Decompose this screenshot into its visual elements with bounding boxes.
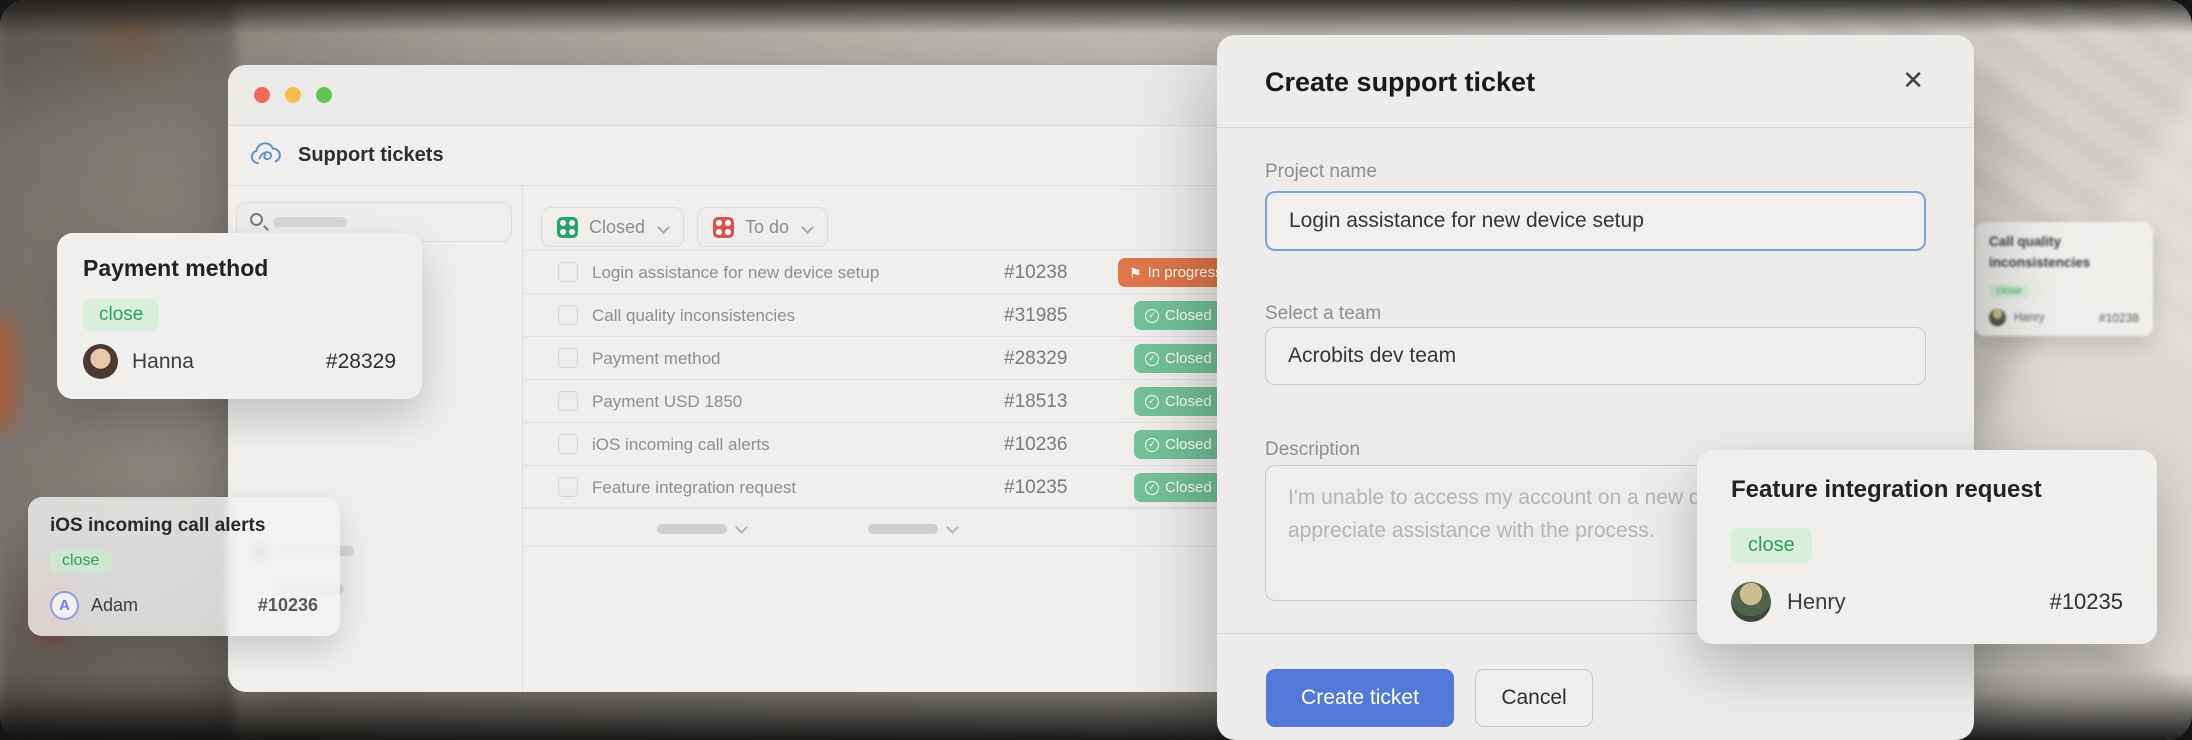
grid-icon (557, 217, 578, 238)
close-icon[interactable]: ✕ (1902, 65, 1924, 96)
team-label: Select a team (1265, 303, 1381, 325)
pagination-skeleton[interactable] (868, 524, 938, 534)
ticket-number: #10236 (258, 595, 318, 616)
avatar (1989, 309, 2006, 326)
ticket-title: Feature integration request (592, 478, 796, 498)
assignee-name: Adam (91, 595, 138, 616)
ticket-title: Payment USD 1850 (592, 392, 742, 412)
status-icon: ✓ (1145, 352, 1159, 366)
search-placeholder-skeleton (273, 217, 347, 227)
project-name-field[interactable] (1265, 191, 1926, 251)
assignee-name: Hanry (2014, 312, 2045, 324)
card-title: Call quality inconsistencies (1989, 232, 2109, 274)
ticket-card-feature-request: Feature integration request close Henry … (1697, 450, 2157, 644)
pagination-skeleton[interactable] (657, 524, 727, 534)
row-checkbox[interactable] (558, 434, 578, 454)
close-tag: close (1731, 528, 1812, 563)
status-icon: ✓ (1145, 438, 1159, 452)
card-title: Payment method (83, 255, 268, 282)
status-icon: ✓ (1145, 309, 1159, 323)
filter-todo[interactable]: To do (697, 207, 828, 247)
project-name-label: Project name (1265, 161, 1377, 183)
ticket-number: #10236 (1004, 434, 1067, 456)
filter-label: To do (745, 217, 789, 238)
avatar (1731, 582, 1771, 622)
chevron-down-icon (801, 221, 814, 234)
row-checkbox[interactable] (558, 305, 578, 325)
row-checkbox[interactable] (558, 348, 578, 368)
chevron-down-icon (657, 221, 670, 234)
filter-closed[interactable]: Closed (541, 207, 684, 247)
row-checkbox[interactable] (558, 477, 578, 497)
page-title: Support tickets (298, 144, 444, 167)
status-badge: ✓ Closed (1134, 301, 1223, 330)
row-checkbox[interactable] (558, 262, 578, 282)
ticket-number: #28329 (1004, 348, 1067, 370)
cancel-button[interactable]: Cancel (1475, 669, 1593, 727)
cloud-logo-icon (248, 138, 284, 174)
ticket-number: #10238 (2099, 311, 2139, 325)
avatar (83, 344, 118, 379)
row-checkbox[interactable] (558, 391, 578, 411)
ticket-card-ios-alerts: iOS incoming call alerts close A Adam #1… (28, 497, 340, 636)
close-tag: close (1989, 284, 2029, 298)
ticket-card-payment-method: Payment method close Hanna #28329 (57, 233, 422, 399)
traffic-light-close[interactable] (254, 87, 270, 103)
modal-title: Create support ticket (1265, 67, 1535, 98)
create-ticket-button[interactable]: Create ticket (1266, 669, 1454, 727)
card-title: Feature integration request (1731, 476, 2042, 504)
backdrop-shade (0, 0, 2192, 34)
team-select[interactable]: Acrobits dev team (1265, 327, 1926, 385)
close-tag: close (50, 549, 111, 573)
ticket-title: Payment method (592, 349, 721, 369)
divider (1217, 127, 1974, 128)
ticket-title: iOS incoming call alerts (592, 435, 770, 455)
card-title: iOS incoming call alerts (50, 515, 265, 537)
search-icon (250, 213, 263, 226)
screenshot-canvas: Support tickets Closed (0, 0, 2192, 740)
ticket-number: #10235 (1004, 477, 1067, 499)
avatar: A (50, 591, 79, 620)
ticket-title: Call quality inconsistencies (592, 306, 795, 326)
ticket-number: #10238 (1004, 262, 1067, 284)
status-badge: ✓ Closed (1134, 430, 1223, 459)
chevron-down-icon[interactable] (946, 521, 959, 534)
status-badge: ✓ Closed (1134, 387, 1223, 416)
description-label: Description (1265, 439, 1360, 461)
ticket-title: Login assistance for new device setup (592, 263, 879, 283)
status-badge: ✓ Closed (1134, 473, 1223, 502)
ticket-number: #28329 (326, 350, 396, 374)
status-icon: ✓ (1145, 395, 1159, 409)
ticket-number: #31985 (1004, 305, 1067, 327)
filter-label: Closed (589, 217, 645, 238)
status-icon: ✓ (1145, 481, 1159, 495)
assignee-name: Hanna (132, 350, 194, 374)
filter-bar: Closed To do (541, 207, 828, 247)
status-icon: ⚑ (1129, 266, 1142, 280)
traffic-light-zoom[interactable] (316, 87, 332, 103)
status-badge: ✓ Closed (1134, 344, 1223, 373)
chevron-down-icon[interactable] (735, 521, 748, 534)
grid-icon (713, 217, 734, 238)
ticket-card-call-quality: Call quality inconsistencies close Hanry… (1975, 222, 2153, 336)
assignee-name: Henry (1787, 589, 1846, 615)
ticket-number: #18513 (1004, 391, 1067, 413)
ticket-number: #10235 (2050, 589, 2123, 615)
close-tag: close (83, 299, 159, 331)
traffic-light-minimize[interactable] (285, 87, 301, 103)
